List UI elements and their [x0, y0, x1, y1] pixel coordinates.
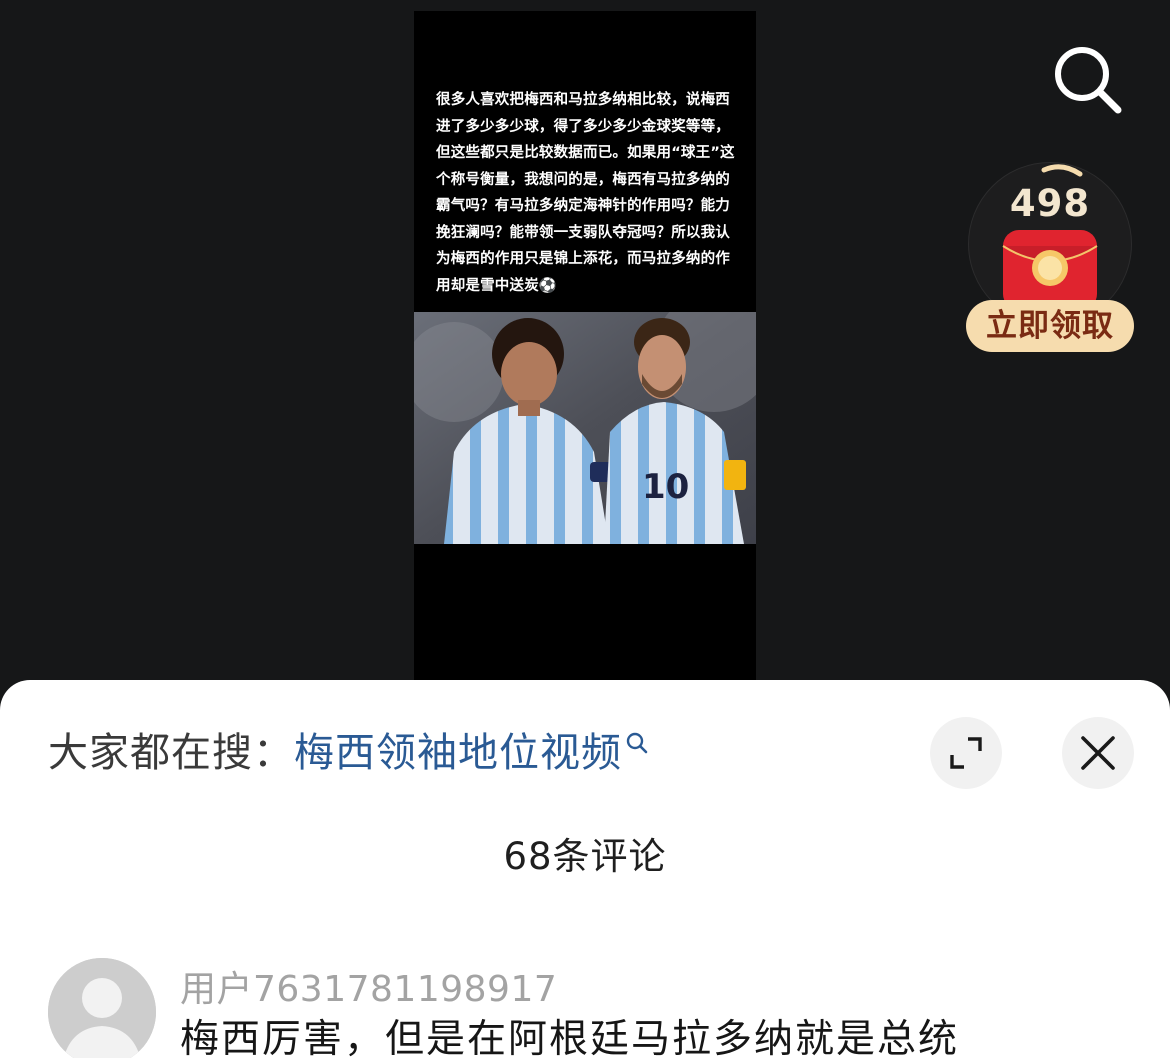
default-avatar-icon — [48, 958, 156, 1058]
avatar[interactable] — [48, 958, 156, 1058]
trending-prefix: 大家都在搜： — [48, 730, 294, 776]
jersey-number: 10 — [642, 467, 689, 507]
trending-query-link[interactable]: 梅西领袖地位视频 — [294, 730, 622, 776]
reward-widget[interactable]: 498 立即领取 — [966, 160, 1136, 360]
reward-count: 498 — [1009, 182, 1091, 225]
trending-search-bar[interactable]: 大家都在搜：梅西领袖地位视频 — [48, 718, 650, 788]
comment-item: 用户7631781198917 梅西厉害，但是在阿根廷马拉多纳就是总统 — [48, 958, 1148, 1058]
expand-button[interactable] — [930, 717, 1002, 789]
video-area[interactable]: 很多人喜欢把梅西和马拉多纳相比较，说梅西进了多少多少球，得了多少多少金球奖等等，… — [0, 0, 1170, 701]
search-button[interactable] — [1048, 40, 1128, 120]
reward-claim-button[interactable]: 立即领取 — [966, 300, 1134, 352]
close-icon — [1081, 736, 1115, 770]
players-photo: 10 — [414, 312, 756, 544]
comment-text: 梅西厉害，但是在阿根廷马拉多纳就是总统 — [180, 1017, 960, 1058]
expand-icon — [950, 737, 982, 769]
video-player[interactable]: 很多人喜欢把梅西和马拉多纳相比较，说梅西进了多少多少球，得了多少多少金球奖等等，… — [414, 11, 756, 701]
comment-count: 68条评论 — [503, 835, 667, 878]
search-icon — [1055, 47, 1122, 114]
close-button[interactable] — [1062, 717, 1134, 789]
reward-progress-arc — [1041, 164, 1083, 177]
comments-sheet: 大家都在搜：梅西领袖地位视频 68条评论 用户7631781198917 梅西厉… — [0, 680, 1170, 1058]
search-small-icon — [626, 732, 648, 754]
comment-username[interactable]: 用户7631781198917 — [180, 960, 557, 1012]
video-photo: 10 — [414, 312, 756, 544]
video-caption: 很多人喜欢把梅西和马拉多纳相比较，说梅西进了多少多少球，得了多少多少金球奖等等，… — [436, 92, 735, 294]
